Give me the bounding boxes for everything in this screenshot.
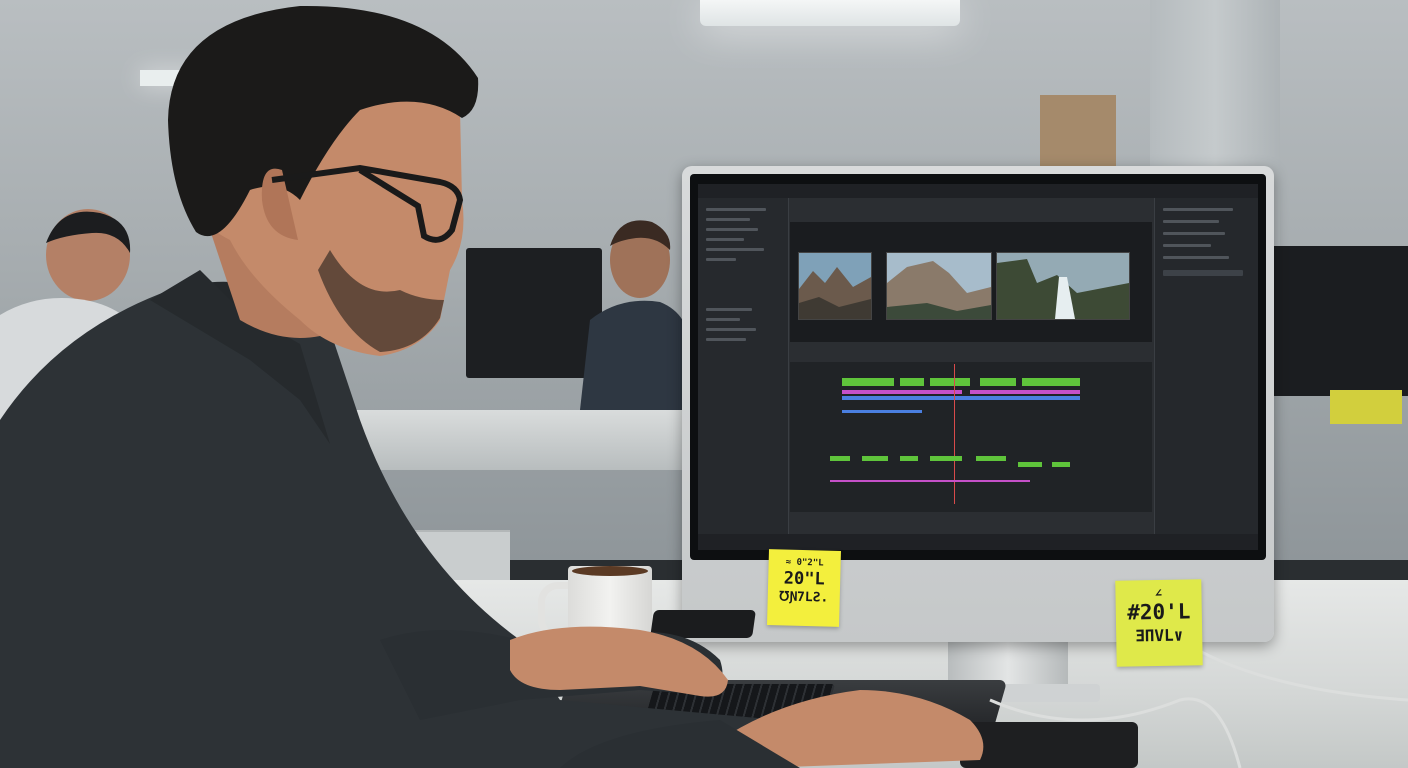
sticky-note-left: ≈ 0"2"L 20"L ℧Ɲ7LƧ.: [767, 549, 841, 627]
background-monitor-right: [1272, 246, 1408, 396]
office-scene: ≈ 0"2"L 20"L ℧Ɲ7LƧ. ∠ #20'L ƎΠVL∨: [0, 0, 1408, 768]
sticky-note-text: ƎΠVL∨: [1134, 625, 1184, 646]
properties-panel[interactable]: [1154, 198, 1258, 538]
sticky-note-text: 20"L: [783, 568, 825, 590]
background-sticky-note: [1330, 390, 1402, 424]
main-person: [0, 5, 984, 768]
sticky-note-text: ℧Ɲ7LƧ.: [779, 589, 829, 606]
sticky-note-text: #20'L: [1126, 599, 1191, 625]
sticky-note-right: ∠ #20'L ƎΠVL∨: [1115, 579, 1203, 667]
clip-thumbnail-waterfall[interactable]: [996, 252, 1130, 320]
sticky-note-text: ∠: [1154, 585, 1163, 601]
door: [1040, 95, 1116, 175]
sticky-note-text: ≈ 0"2"L: [785, 557, 824, 569]
